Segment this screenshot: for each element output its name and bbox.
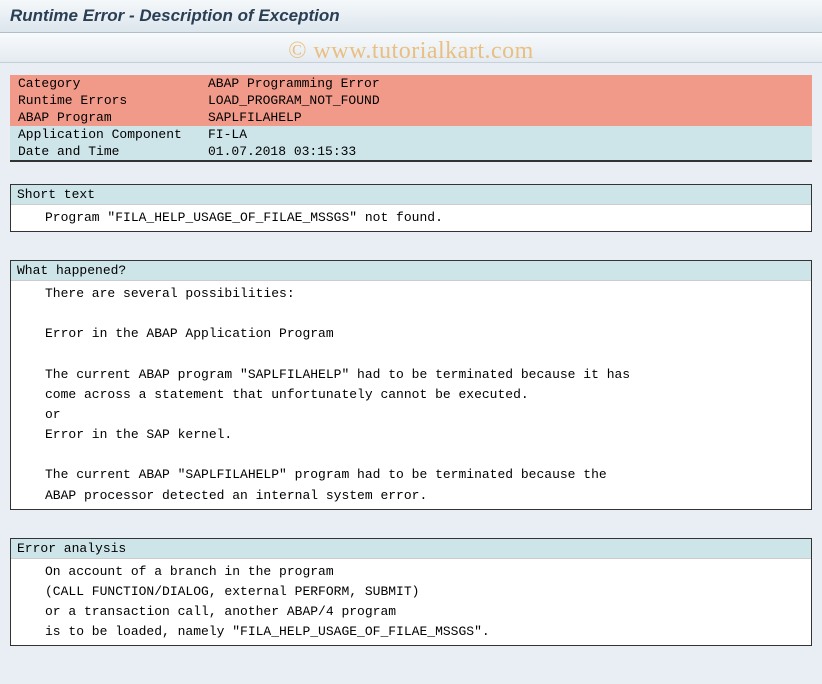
info-row: Application ComponentFI-LA: [10, 126, 812, 143]
info-value: ABAP Programming Error: [200, 75, 812, 92]
what-happened-body: There are several possibilities: Error i…: [11, 281, 811, 509]
short-text-header: Short text: [11, 185, 811, 205]
what-happened-section: What happened? There are several possibi…: [10, 260, 812, 510]
content-area: CategoryABAP Programming ErrorRuntime Er…: [0, 63, 822, 684]
error-info-table: CategoryABAP Programming ErrorRuntime Er…: [10, 75, 812, 162]
info-label: Date and Time: [10, 143, 200, 161]
error-analysis-header: Error analysis: [11, 539, 811, 559]
info-value: LOAD_PROGRAM_NOT_FOUND: [200, 92, 812, 109]
toolbar: [0, 33, 822, 63]
info-row: ABAP ProgramSAPLFILAHELP: [10, 109, 812, 126]
short-text-body: Program "FILA_HELP_USAGE_OF_FILAE_MSSGS"…: [11, 205, 811, 231]
what-happened-header: What happened?: [11, 261, 811, 281]
info-label: Runtime Errors: [10, 92, 200, 109]
info-value: 01.07.2018 03:15:33: [200, 143, 812, 161]
info-label: Application Component: [10, 126, 200, 143]
info-label: ABAP Program: [10, 109, 200, 126]
window-header: Runtime Error - Description of Exception: [0, 0, 822, 33]
error-analysis-body: On account of a branch in the program (C…: [11, 559, 811, 646]
page-title: Runtime Error - Description of Exception: [10, 6, 812, 26]
error-info-tbody: CategoryABAP Programming ErrorRuntime Er…: [10, 75, 812, 161]
info-row: Date and Time01.07.2018 03:15:33: [10, 143, 812, 161]
error-analysis-section: Error analysis On account of a branch in…: [10, 538, 812, 647]
info-row: Runtime ErrorsLOAD_PROGRAM_NOT_FOUND: [10, 92, 812, 109]
info-row: CategoryABAP Programming Error: [10, 75, 812, 92]
info-value: FI-LA: [200, 126, 812, 143]
short-text-section: Short text Program "FILA_HELP_USAGE_OF_F…: [10, 184, 812, 232]
info-value: SAPLFILAHELP: [200, 109, 812, 126]
info-label: Category: [10, 75, 200, 92]
